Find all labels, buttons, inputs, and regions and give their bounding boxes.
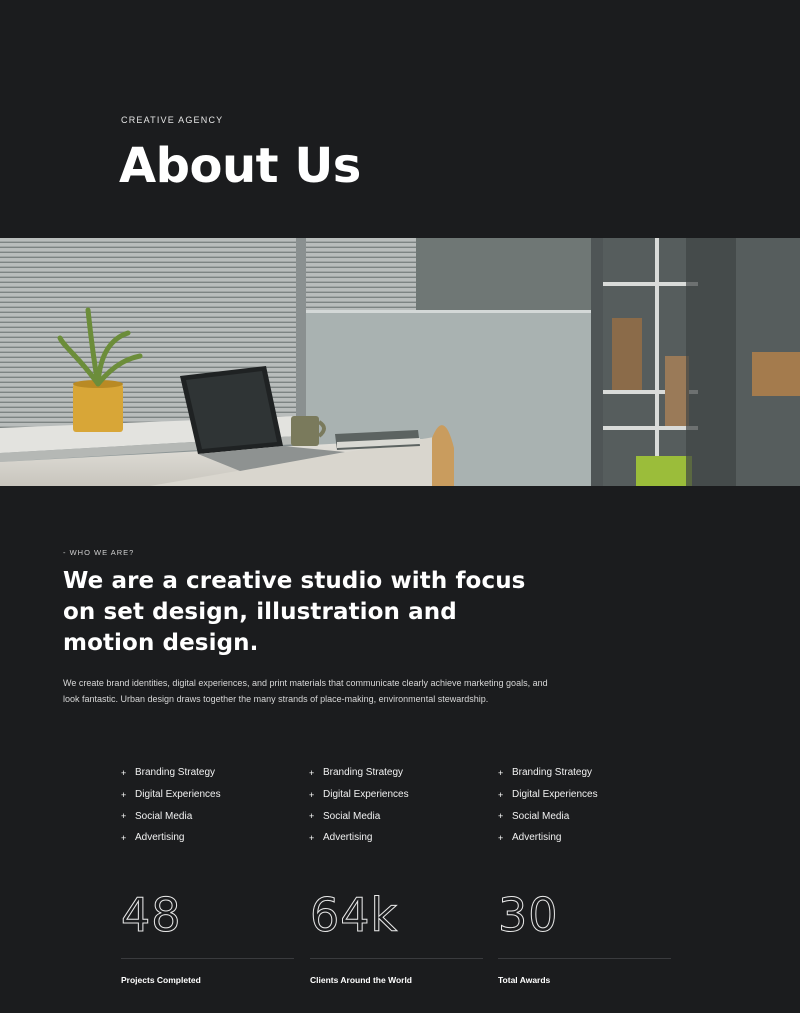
service-label: Digital Experiences: [135, 789, 221, 801]
stat-divider: [498, 958, 671, 959]
plus-icon: +: [498, 811, 504, 822]
service-item: + Advertising: [498, 827, 598, 849]
stat-label: Clients Around the World: [310, 975, 412, 985]
plus-icon: +: [309, 811, 315, 822]
service-label: Advertising: [323, 832, 373, 844]
plus-icon: +: [121, 811, 127, 822]
section-heading: We are a creative studio with focus on s…: [63, 568, 526, 656]
service-item: + Branding Strategy: [121, 762, 221, 784]
service-label: Digital Experiences: [512, 789, 598, 801]
plus-icon: +: [309, 789, 315, 800]
stat-label: Projects Completed: [121, 975, 201, 985]
service-item: + Branding Strategy: [309, 762, 409, 784]
service-item: + Digital Experiences: [309, 784, 409, 806]
stat-value: 30: [498, 888, 559, 942]
services-list-1: + Branding Strategy + Digital Experiences …: [121, 762, 221, 849]
service-label: Social Media: [512, 810, 570, 822]
service-item: + Advertising: [121, 827, 221, 849]
plus-icon: +: [121, 767, 127, 778]
plus-icon: +: [309, 832, 315, 843]
section-eyebrow: - WHO WE ARE?: [63, 548, 135, 557]
service-label: Social Media: [135, 810, 193, 822]
plus-icon: +: [498, 832, 504, 843]
service-item: + Digital Experiences: [498, 784, 598, 806]
stat-label: Total Awards: [498, 975, 551, 985]
service-label: Advertising: [135, 832, 185, 844]
plus-icon: +: [121, 789, 127, 800]
stat-value: 64k: [310, 888, 399, 942]
plus-icon: +: [309, 767, 315, 778]
about-page: CREATIVE AGENCY About Us - WHO WE ARE? W…: [0, 0, 800, 1013]
section-description: We create brand identities, digital expe…: [63, 678, 548, 704]
services-list-3: + Branding Strategy + Digital Experiences …: [498, 762, 598, 849]
service-item: + Digital Experiences: [121, 784, 221, 806]
service-item: + Advertising: [309, 827, 409, 849]
stat-clients: 64k Clients Around the World: [310, 888, 483, 985]
stat-value: 48: [121, 888, 182, 942]
office-workspace-photo: [0, 238, 800, 486]
service-item: + Social Media: [309, 805, 409, 827]
plus-icon: +: [121, 832, 127, 843]
plus-icon: +: [498, 767, 504, 778]
hero-eyebrow: CREATIVE AGENCY: [121, 115, 224, 125]
service-label: Social Media: [323, 810, 381, 822]
service-label: Branding Strategy: [323, 767, 404, 779]
stat-awards: 30 Total Awards: [498, 888, 671, 985]
page-title: About Us: [119, 138, 361, 194]
service-item: + Branding Strategy: [498, 762, 598, 784]
services-list-2: + Branding Strategy + Digital Experiences …: [309, 762, 409, 849]
service-item: + Social Media: [121, 805, 221, 827]
plus-icon: +: [498, 789, 504, 800]
service-label: Branding Strategy: [512, 767, 593, 779]
stat-divider: [121, 958, 294, 959]
service-label: Branding Strategy: [135, 767, 216, 779]
stat-projects: 48 Projects Completed: [121, 888, 294, 985]
service-label: Digital Experiences: [323, 789, 409, 801]
stat-divider: [310, 958, 483, 959]
service-label: Advertising: [512, 832, 562, 844]
service-item: + Social Media: [498, 805, 598, 827]
